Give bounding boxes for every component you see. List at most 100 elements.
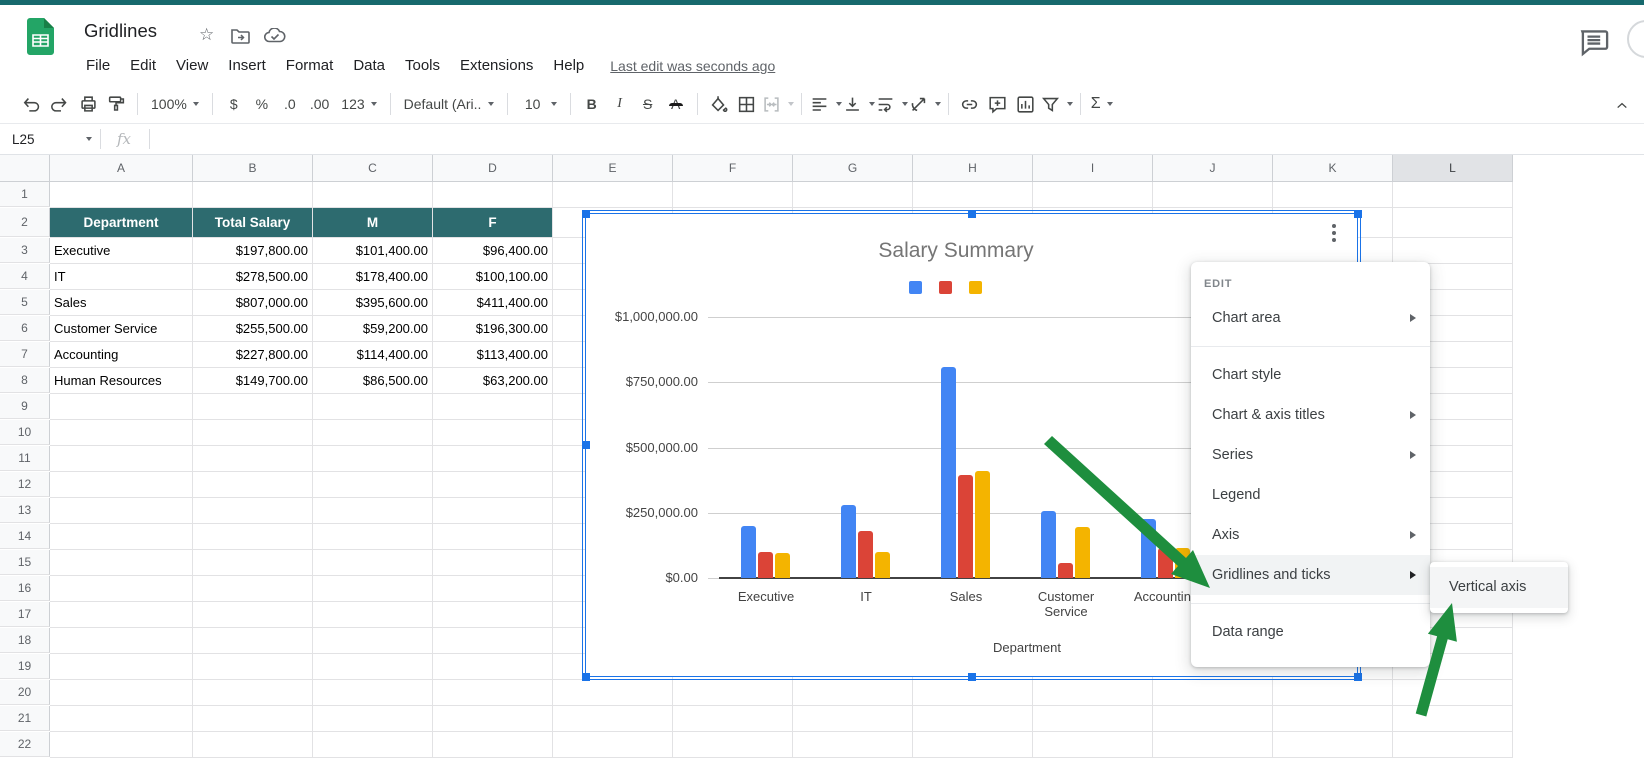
row-header-13[interactable]: 13 <box>0 498 50 523</box>
row-header-4[interactable]: 4 <box>0 264 50 289</box>
table-cell[interactable]: $278,500.00 <box>193 264 312 289</box>
table-cell[interactable]: $807,000.00 <box>193 290 312 315</box>
menubar-item-view[interactable]: View <box>166 52 218 80</box>
chart-selection-handle[interactable] <box>1354 673 1362 681</box>
menubar-item-data[interactable]: Data <box>343 52 395 80</box>
name-box[interactable]: L25 <box>0 132 100 147</box>
row-header-12[interactable]: 12 <box>0 472 50 497</box>
menubar-item-edit[interactable]: Edit <box>120 52 166 80</box>
sheets-logo-icon[interactable] <box>27 18 54 55</box>
fill-color-button[interactable] <box>705 91 733 117</box>
text-rotation-select[interactable] <box>908 91 941 117</box>
chart-selection-handle[interactable] <box>968 673 976 681</box>
comment-history-icon[interactable] <box>1580 29 1610 57</box>
more-formats-select[interactable]: 123 <box>335 91 382 117</box>
table-header-cell-total-salary[interactable]: Total Salary <box>193 208 312 237</box>
row-header-2[interactable]: 2 <box>0 208 50 237</box>
table-cell[interactable]: IT <box>50 264 192 289</box>
paint-format-button[interactable] <box>102 91 130 117</box>
column-header-g[interactable]: G <box>793 155 913 182</box>
table-cell[interactable]: Human Resources <box>50 368 192 393</box>
table-cell[interactable]: $227,800.00 <box>193 342 312 367</box>
row-header-8[interactable]: 8 <box>0 368 50 393</box>
account-avatar[interactable] <box>1627 20 1644 58</box>
row-header-17[interactable]: 17 <box>0 602 50 627</box>
row-header-15[interactable]: 15 <box>0 550 50 575</box>
table-cell[interactable]: $113,400.00 <box>433 342 552 367</box>
column-header-j[interactable]: J <box>1153 155 1273 182</box>
row-header-7[interactable]: 7 <box>0 342 50 367</box>
menu-item-series[interactable]: Series <box>1191 435 1430 475</box>
row-header-5[interactable]: 5 <box>0 290 50 315</box>
document-title[interactable]: Gridlines <box>84 20 157 42</box>
table-cell[interactable]: $114,400.00 <box>313 342 432 367</box>
row-header-22[interactable]: 22 <box>0 732 50 757</box>
row-header-6[interactable]: 6 <box>0 316 50 341</box>
table-cell[interactable]: $411,400.00 <box>433 290 552 315</box>
row-header-19[interactable]: 19 <box>0 654 50 679</box>
collapse-toolbar-button[interactable] <box>1608 93 1636 119</box>
format-currency-button[interactable]: $ <box>220 91 248 117</box>
row-header-3[interactable]: 3 <box>0 238 50 263</box>
menu-item-chart-axis-titles[interactable]: Chart & axis titles <box>1191 395 1430 435</box>
column-header-a[interactable]: A <box>50 155 193 182</box>
font-select[interactable]: Default (Ari... <box>398 91 500 117</box>
menubar-item-tools[interactable]: Tools <box>395 52 450 80</box>
menu-item-axis[interactable]: Axis <box>1191 515 1430 555</box>
row-header-16[interactable]: 16 <box>0 576 50 601</box>
menubar-item-insert[interactable]: Insert <box>218 52 276 80</box>
column-header-d[interactable]: D <box>433 155 553 182</box>
chart-selection-handle[interactable] <box>582 441 590 449</box>
insert-chart-button[interactable] <box>1012 91 1040 117</box>
text-wrap-select[interactable] <box>875 91 908 117</box>
borders-button[interactable] <box>733 91 761 117</box>
table-header-cell-department[interactable]: Department <box>50 208 192 237</box>
merge-cells-button[interactable] <box>761 91 794 117</box>
column-header-c[interactable]: C <box>313 155 433 182</box>
insert-comment-button[interactable] <box>984 91 1012 117</box>
table-cell[interactable]: $197,800.00 <box>193 238 312 263</box>
table-cell[interactable]: Executive <box>50 238 192 263</box>
undo-button[interactable] <box>18 91 46 117</box>
table-cell[interactable]: $255,500.00 <box>193 316 312 341</box>
zoom-select[interactable]: 100% <box>145 91 205 117</box>
horizontal-align-select[interactable] <box>809 91 842 117</box>
table-cell[interactable]: Customer Service <box>50 316 192 341</box>
vertical-align-select[interactable] <box>842 91 875 117</box>
corner-select-all[interactable] <box>0 155 50 182</box>
decrease-decimal-button[interactable]: .0 <box>276 91 304 117</box>
menu-item-chart-style[interactable]: Chart style <box>1191 355 1430 395</box>
column-header-b[interactable]: B <box>193 155 313 182</box>
menu-item-gridlines-and-ticks[interactable]: Gridlines and ticks <box>1191 555 1430 595</box>
font-size-select[interactable]: 10 <box>515 91 563 117</box>
menubar-item-format[interactable]: Format <box>276 52 344 80</box>
chart-options-kebab-icon[interactable] <box>1332 224 1336 242</box>
create-filter-button[interactable] <box>1040 91 1073 117</box>
table-cell[interactable]: $149,700.00 <box>193 368 312 393</box>
menubar-item-extensions[interactable]: Extensions <box>450 52 543 80</box>
column-header-k[interactable]: K <box>1273 155 1393 182</box>
row-header-11[interactable]: 11 <box>0 446 50 471</box>
menu-item-data-range[interactable]: Data range <box>1191 612 1430 652</box>
chart-selection-handle[interactable] <box>582 673 590 681</box>
column-header-e[interactable]: E <box>553 155 673 182</box>
cloud-saved-icon[interactable] <box>264 28 286 44</box>
table-cell[interactable]: $395,600.00 <box>313 290 432 315</box>
table-cell[interactable]: Accounting <box>50 342 192 367</box>
chart-selection-handle[interactable] <box>968 210 976 218</box>
format-percent-button[interactable]: % <box>248 91 276 117</box>
menubar-item-file[interactable]: File <box>76 52 120 80</box>
last-edit-status[interactable]: Last edit was seconds ago <box>610 58 775 74</box>
functions-select[interactable]: Σ <box>1088 91 1116 117</box>
table-cell[interactable]: Sales <box>50 290 192 315</box>
menubar-item-help[interactable]: Help <box>543 52 594 80</box>
table-cell[interactable]: $196,300.00 <box>433 316 552 341</box>
column-header-l[interactable]: L <box>1393 155 1513 182</box>
table-cell[interactable]: $59,200.00 <box>313 316 432 341</box>
submenu-item-vertical-axis[interactable]: Vertical axis <box>1430 567 1568 608</box>
chart-selection-handle[interactable] <box>1354 210 1362 218</box>
italic-button[interactable]: I <box>606 91 634 117</box>
column-header-h[interactable]: H <box>913 155 1033 182</box>
table-cell[interactable]: $96,400.00 <box>433 238 552 263</box>
table-cell[interactable]: $100,100.00 <box>433 264 552 289</box>
